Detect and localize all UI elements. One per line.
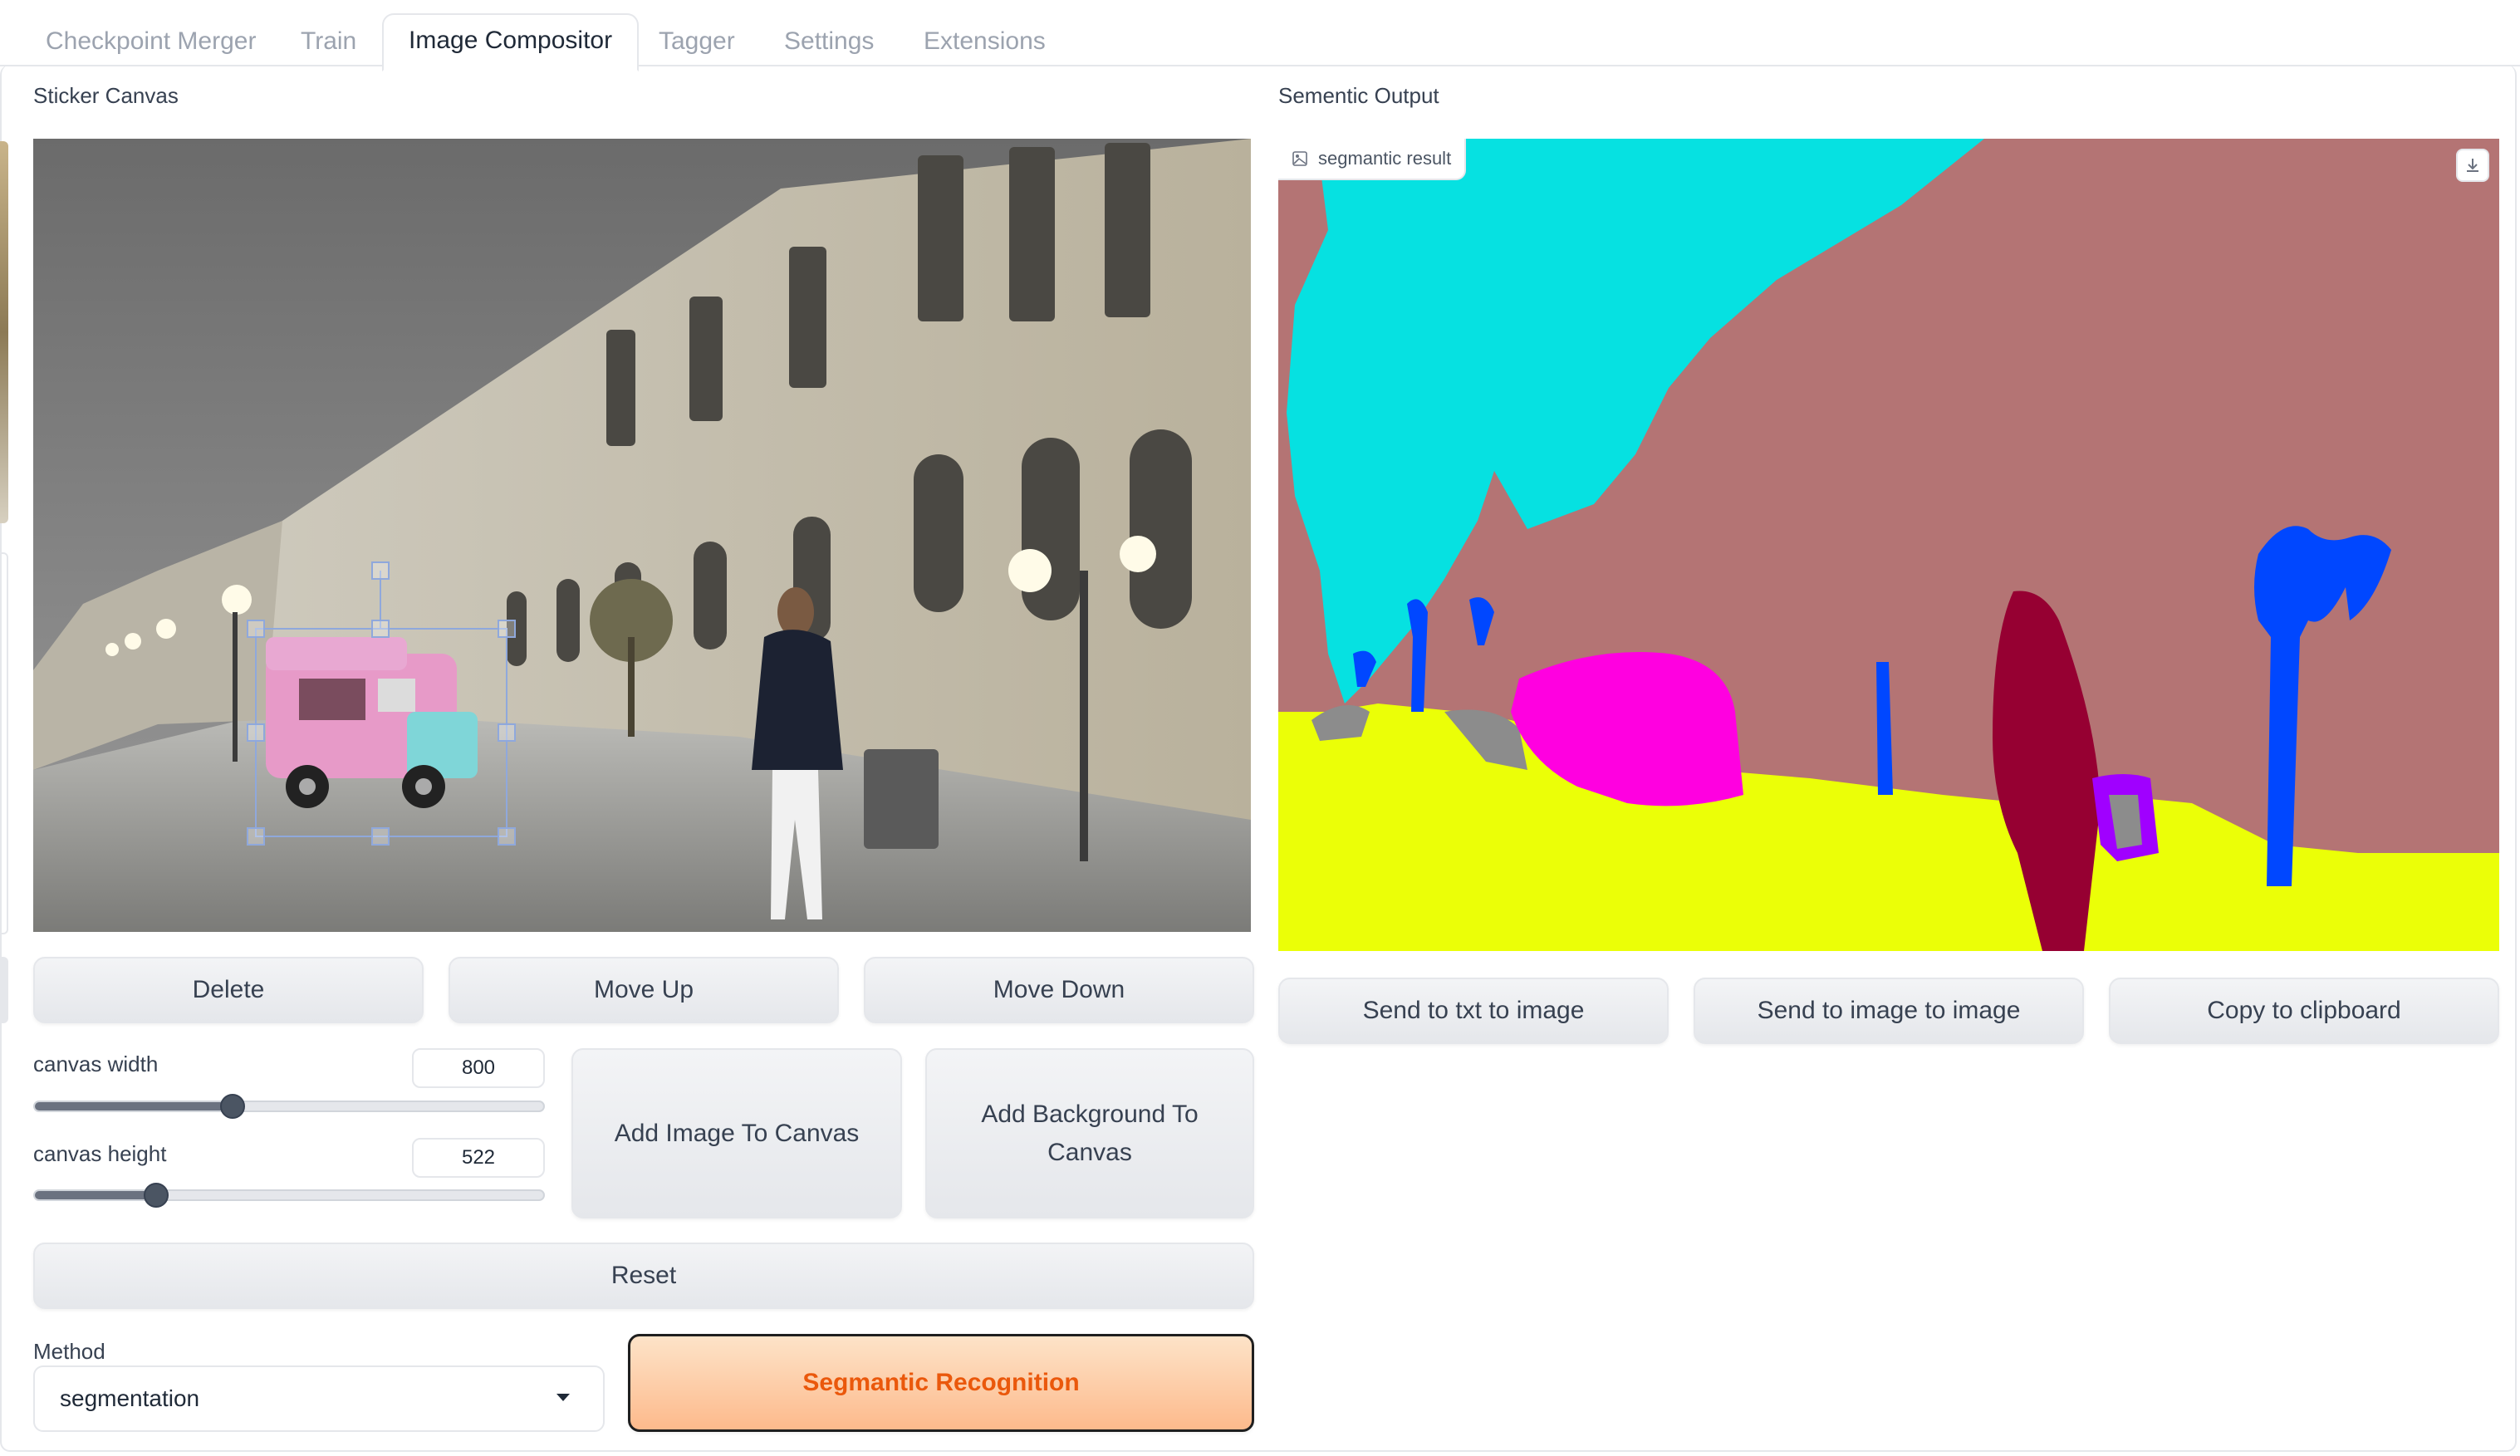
sticker-canvas-label: Sticker Canvas xyxy=(33,83,179,108)
segmantic-recognition-button[interactable]: Segmantic Recognition xyxy=(628,1334,1254,1432)
segmentation-map xyxy=(1278,139,2499,951)
download-button[interactable] xyxy=(2456,149,2489,182)
method-label: Method xyxy=(33,1339,105,1364)
canvas-width-label: canvas width xyxy=(33,1052,159,1076)
tab-checkpoint-merger[interactable]: Checkpoint Merger xyxy=(46,17,256,66)
gallery-edge-button[interactable] xyxy=(0,957,8,1023)
canvas-height-label: canvas height xyxy=(33,1141,167,1166)
sticker-canvas[interactable] xyxy=(33,139,1251,932)
add-background-to-canvas-button[interactable]: Add Background To Canvas xyxy=(925,1048,1254,1218)
download-icon xyxy=(2467,159,2478,172)
tab-extensions[interactable]: Extensions xyxy=(924,17,1046,66)
semantic-output-image: segmantic result xyxy=(1278,139,2499,951)
image-icon xyxy=(1292,151,1307,166)
tab-bar: Checkpoint Merger Train Image Compositor… xyxy=(0,0,2520,71)
copy-to-clipboard-button[interactable]: Copy to clipboard xyxy=(2109,978,2499,1044)
canvas-height-slider-thumb[interactable] xyxy=(143,1183,169,1208)
gallery-edge-frame xyxy=(0,552,8,934)
canvas-scene xyxy=(33,139,1251,932)
method-select[interactable]: segmentation xyxy=(33,1365,605,1432)
tab-image-compositor[interactable]: Image Compositor xyxy=(382,13,640,71)
add-image-to-canvas-button[interactable]: Add Image To Canvas xyxy=(571,1048,902,1218)
canvas-width-input[interactable]: 800 xyxy=(412,1048,545,1088)
send-to-img2img-button[interactable]: Send to image to image xyxy=(1694,978,2084,1044)
move-down-button[interactable]: Move Down xyxy=(864,957,1254,1023)
segmantic-result-label: segmantic result xyxy=(1318,148,1452,169)
gallery-edge-strip xyxy=(0,141,8,523)
canvas-height-slider-fill xyxy=(35,1191,156,1199)
canvas-width-slider-fill xyxy=(35,1102,233,1110)
canvas-height-input[interactable]: 522 xyxy=(412,1138,545,1178)
segmantic-result-badge: segmantic result xyxy=(1278,139,1467,180)
reset-button[interactable]: Reset xyxy=(33,1243,1254,1309)
move-up-button[interactable]: Move Up xyxy=(449,957,839,1023)
tab-tagger[interactable]: Tagger xyxy=(659,17,735,66)
chevron-down-icon xyxy=(556,1394,570,1401)
tab-train[interactable]: Train xyxy=(301,17,356,66)
tab-settings[interactable]: Settings xyxy=(784,17,874,66)
send-to-txt2img-button[interactable]: Send to txt to image xyxy=(1278,978,1669,1044)
sementic-output-label: Sementic Output xyxy=(1278,83,1439,108)
delete-button[interactable]: Delete xyxy=(33,957,424,1023)
method-select-value: segmentation xyxy=(60,1385,200,1411)
